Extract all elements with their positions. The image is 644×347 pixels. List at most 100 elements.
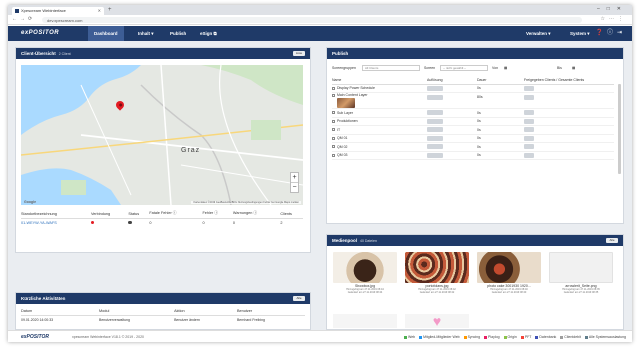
media-item[interactable]: Showbox.jpg Hinzugefügt am 27.11.2019 08…: [333, 252, 397, 298]
zoom-out-icon[interactable]: −: [291, 182, 298, 192]
media-item[interactable]: photo cake 3001930 1920... Hinzugefügt a…: [477, 252, 541, 298]
col-name[interactable]: Name: [332, 76, 427, 85]
col-connection[interactable]: Verbindung: [90, 210, 129, 219]
media-thumbnail[interactable]: [477, 252, 541, 283]
row-checkbox[interactable]: [332, 86, 335, 90]
map-attribution[interactable]: Kartendaten ©2019 GeoBasis-DE/BKG Nutzun…: [191, 201, 301, 204]
layer-name[interactable]: QM 02: [337, 145, 348, 149]
col-location[interactable]: Standortbezeichnung: [21, 210, 91, 219]
browser-tab[interactable]: Xpescream Webinterface ✕: [12, 7, 104, 15]
new-tab-icon[interactable]: +: [108, 7, 112, 13]
map-zoom-controls[interactable]: + −: [290, 172, 299, 193]
table-row[interactable]: Sub Layer 0s: [332, 108, 614, 118]
layer-name[interactable]: Sub Layer: [337, 111, 353, 115]
legend-item[interactable]: Alle Systemsauslastung: [589, 335, 626, 339]
legend-item[interactable]: Clientdebit: [564, 335, 581, 339]
layer-duration: 0s: [477, 84, 524, 93]
publish-scrollbar[interactable]: [618, 84, 621, 174]
nav-verwalten[interactable]: Verwalten ▾: [520, 26, 557, 41]
table-row[interactable]: Display Power Schedule 0s: [332, 84, 614, 93]
legend-item[interactable]: Datenbank: [539, 335, 556, 339]
client-list-button[interactable]: Liste: [293, 51, 305, 56]
legend-item[interactable]: PFT: [525, 335, 532, 339]
col-user[interactable]: Benutzer: [236, 307, 305, 316]
row-checkbox[interactable]: [332, 111, 335, 115]
layer-name[interactable]: IT: [337, 128, 340, 132]
legend-swatch: [419, 335, 423, 339]
zoom-in-icon[interactable]: +: [291, 173, 298, 182]
activities-all-button[interactable]: Alle: [293, 296, 305, 301]
legend-item[interactable]: Mitglied-Mitglieder Web: [423, 335, 460, 339]
legend-item[interactable]: Origin: [508, 335, 517, 339]
table-row[interactable]: 01-WEYW-YA-WAFS 0 0 0 2: [21, 218, 303, 227]
nav-dashboard[interactable]: Dashboard: [88, 26, 124, 41]
browser-nav-icons[interactable]: ←→⟳: [12, 16, 35, 22]
table-row[interactable]: QM 02 0s: [332, 142, 614, 152]
media-item[interactable]: arrowlerit_Seite.png Hinzugefügt am 27.1…: [549, 252, 613, 298]
layer-name[interactable]: QM 01: [337, 136, 348, 140]
layer-name[interactable]: QM 03: [337, 153, 348, 157]
layer-thumbnail[interactable]: [337, 98, 355, 108]
group-select[interactable]: All Clients: [362, 65, 420, 71]
warning-count: 0: [232, 220, 236, 225]
col-date[interactable]: Datum: [21, 307, 99, 316]
col-module[interactable]: Modul: [98, 307, 175, 316]
col-fatal[interactable]: Fatale Fehler ⓘ: [149, 210, 203, 219]
col-clients[interactable]: Clients: [280, 210, 303, 219]
table-row[interactable]: QM 01 0s: [332, 134, 614, 143]
close-tab-icon[interactable]: ✕: [98, 8, 101, 13]
activity-action: Benutzer ändern: [174, 317, 200, 322]
col-resolution[interactable]: Auflösung: [427, 76, 477, 85]
media-info: Geändert am 27.11.2019 08:40: [491, 291, 527, 294]
table-row[interactable]: 09.01.2020 14:00:33 Benutzerverwaltung B…: [21, 315, 305, 324]
legend-item[interactable]: Web: [408, 335, 415, 339]
client-map[interactable]: Graz + − Google Kartendaten ©2019 GeoBasi…: [21, 65, 303, 205]
info-icon[interactable]: ⓘ: [607, 30, 617, 36]
nav-publish[interactable]: Publish: [164, 26, 192, 41]
col-action[interactable]: Aktion: [174, 307, 237, 316]
legend-item[interactable]: Playlog: [488, 335, 499, 339]
layer-name[interactable]: Display Power Schedule: [337, 86, 375, 90]
col-duration[interactable]: Dauer: [477, 76, 524, 85]
url-field[interactable]: dev.xpescream.com: [42, 17, 582, 23]
col-clients-ratio[interactable]: Freigegeben Clients / Gesamte Clients: [524, 76, 614, 85]
nav-edge[interactable]: eSign ⧉: [194, 26, 223, 41]
table-row[interactable]: Main Content Layer 80s: [332, 92, 614, 109]
layer-name[interactable]: Main Content Layer: [337, 93, 368, 97]
table-row[interactable]: IT 0s: [332, 125, 614, 135]
dashboard-content: Client-Übersicht 2 Client Liste Graz + −…: [8, 41, 632, 330]
legend-item[interactable]: Syncing: [468, 335, 480, 339]
table-row[interactable]: QM 03 0s: [332, 151, 614, 160]
col-warnings[interactable]: Warnungen ⓘ: [232, 210, 281, 219]
calendar-to-icon[interactable]: ▦: [572, 66, 575, 70]
col-errors[interactable]: Fehler ⓘ: [202, 210, 233, 219]
browser-menu-icons[interactable]: ☆⋯⋮: [601, 16, 627, 22]
media-thumbnail[interactable]: [405, 252, 469, 283]
table-row[interactable]: Produktionen 0s: [332, 117, 614, 126]
row-checkbox[interactable]: [332, 128, 335, 132]
row-checkbox[interactable]: [332, 93, 335, 97]
media-all-button[interactable]: Alle: [606, 238, 618, 243]
row-checkbox[interactable]: [332, 153, 335, 157]
location-link[interactable]: 01-WEYW-YA-WAFS: [21, 218, 91, 227]
screen-select[interactable]: -- nicht gewählt --: [440, 65, 488, 71]
col-status[interactable]: Status: [128, 210, 150, 219]
media-thumbnail[interactable]: [333, 314, 397, 328]
layer-name[interactable]: Produktionen: [337, 119, 358, 123]
legend-swatch: [484, 335, 488, 339]
media-thumbnail[interactable]: ♥: [405, 314, 469, 328]
media-thumbnail[interactable]: [549, 252, 613, 283]
nav-system[interactable]: System ▾: [564, 26, 596, 41]
media-thumbnail[interactable]: [333, 252, 397, 283]
help-icon[interactable]: ❓: [595, 30, 606, 36]
media-item[interactable]: portofolans.jpg Hinzugefügt am 27.11.201…: [405, 252, 469, 298]
nav-inhalt[interactable]: Inhalt ▾: [132, 26, 160, 41]
nav-icons[interactable]: ❓ⓘ⇥: [595, 27, 626, 40]
row-checkbox[interactable]: [332, 145, 335, 149]
window-controls[interactable]: –□✕: [597, 6, 628, 12]
logout-icon[interactable]: ⇥: [617, 30, 626, 36]
calendar-from-icon[interactable]: ▦: [504, 66, 507, 70]
app-logo[interactable]: exPOSITOR: [21, 30, 59, 36]
row-checkbox[interactable]: [332, 119, 335, 123]
row-checkbox[interactable]: [332, 136, 335, 140]
